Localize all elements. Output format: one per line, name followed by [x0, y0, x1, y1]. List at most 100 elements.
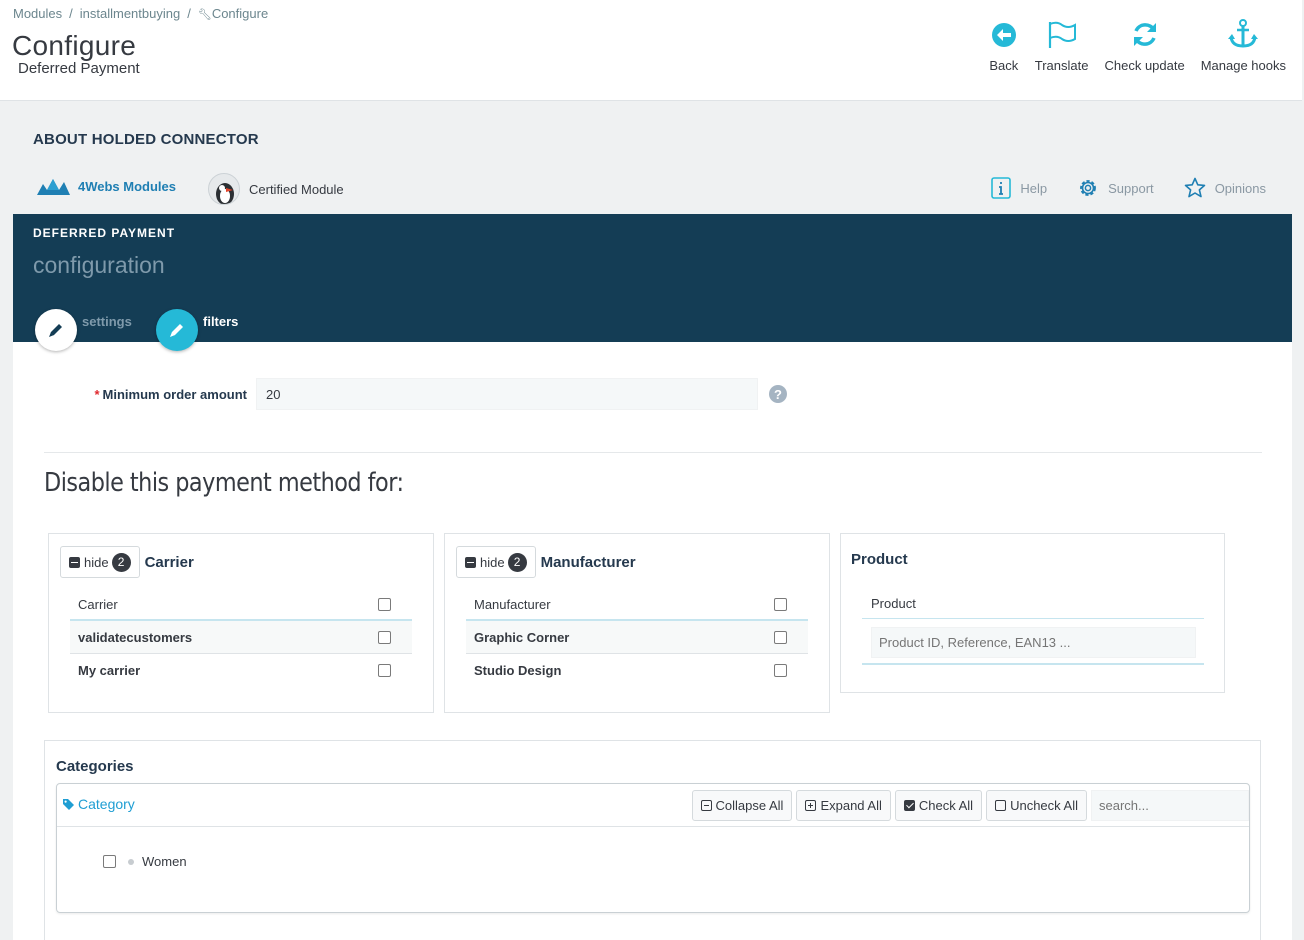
- manage-hooks-label: Manage hooks: [1200, 58, 1286, 73]
- table-header: Manufacturer: [466, 589, 808, 621]
- support-link[interactable]: Support: [1077, 177, 1154, 199]
- divider: [862, 618, 1204, 619]
- collapse-all-button[interactable]: Collapse All: [691, 790, 793, 821]
- back-circle-icon: [991, 23, 1016, 47]
- breadcrumb-current: Configure: [211, 6, 269, 21]
- star-icon: [1184, 177, 1205, 198]
- product-search-input[interactable]: [871, 627, 1196, 658]
- check-update-button[interactable]: Check update: [1096, 18, 1192, 73]
- manufacturer-name: Graphic Corner: [474, 629, 570, 645]
- category-checkbox[interactable]: [103, 855, 116, 868]
- category-actions: Collapse All Expand All Check All Unchec…: [691, 790, 1249, 821]
- tree-bullet-icon: [128, 858, 134, 865]
- category-tree: Category Collapse All Expand All Check A…: [56, 783, 1250, 913]
- checked-square-icon: [903, 800, 915, 811]
- disable-section-title: Disable this payment method for:: [44, 468, 404, 498]
- carrier-box-title: Carrier: [144, 553, 194, 571]
- opinions-link[interactable]: Opinions: [1184, 177, 1266, 199]
- manufacturer-column-header: Manufacturer: [474, 596, 551, 612]
- carrier-box-head: hide 2 Carrier: [60, 546, 194, 578]
- toolbar: Back Translate Check update Manage hooks: [981, 18, 1294, 73]
- tab-settings[interactable]: settings: [35, 309, 132, 351]
- min-order-label: * Minimum order amount: [79, 387, 247, 402]
- table-header: Carrier: [70, 589, 412, 621]
- back-button[interactable]: Back: [981, 18, 1027, 73]
- product-box-title: Product: [851, 551, 908, 568]
- categories-box: Categories Category Collapse All Expand …: [44, 740, 1261, 940]
- carrier-filter-box: hide 2 Carrier Carrier validatecustomers …: [48, 533, 434, 713]
- breadcrumb-separator: /: [69, 6, 73, 21]
- select-all-checkbox[interactable]: [774, 597, 787, 611]
- check-update-label: Check update: [1104, 58, 1185, 73]
- carrier-name: My carrier: [78, 663, 141, 678]
- manufacturer-name: Studio Design: [474, 663, 562, 678]
- count-badge: 2: [507, 552, 527, 572]
- min-order-input[interactable]: [256, 378, 758, 410]
- table-row: Studio Design: [466, 654, 808, 687]
- carrier-column-header: Carrier: [78, 596, 118, 612]
- divider: [44, 452, 1262, 453]
- tag-icon: [63, 798, 74, 810]
- category-search-input[interactable]: [1091, 790, 1249, 821]
- check-all-button[interactable]: Check All: [894, 790, 983, 821]
- category-name[interactable]: Women: [142, 854, 187, 869]
- tree-item: Women: [103, 854, 187, 869]
- product-filter-box: Product Product: [840, 533, 1225, 693]
- category-label: Category: [62, 796, 135, 812]
- row-checkbox[interactable]: [378, 630, 391, 644]
- plus-square-icon: [805, 800, 817, 811]
- minus-square-icon: [465, 556, 476, 568]
- uncheck-all-label: Uncheck All: [1010, 798, 1078, 813]
- flag-icon: [1048, 21, 1076, 48]
- breadcrumb-module[interactable]: installmentbuying: [80, 6, 180, 21]
- row-checkbox[interactable]: [774, 630, 787, 644]
- certified-module: Certified Module: [208, 173, 344, 205]
- select-all-checkbox[interactable]: [378, 597, 391, 611]
- collapse-all-label: Collapse All: [715, 798, 784, 813]
- opinions-label: Opinions: [1214, 180, 1266, 196]
- config-panel: DEFERRED PAYMENT configuration settings …: [13, 214, 1292, 940]
- carrier-hide-button[interactable]: hide 2: [60, 546, 140, 578]
- breadcrumb-modules[interactable]: Modules: [13, 6, 62, 21]
- puffin-avatar-icon: [208, 173, 240, 205]
- vendor-link[interactable]: 4Webs Modules: [37, 176, 176, 196]
- tab-filters-label: filters: [203, 314, 239, 329]
- help-link[interactable]: Help: [991, 177, 1047, 199]
- help-question-icon[interactable]: ?: [769, 385, 787, 403]
- certified-label: Certified Module: [249, 181, 344, 197]
- required-mark: *: [94, 386, 100, 402]
- about-title: ABOUT HOLDED CONNECTOR: [33, 131, 259, 148]
- back-label: Back: [989, 58, 1019, 73]
- about-links: Help Support Opinions: [961, 177, 1266, 199]
- page-title: Configure: [12, 30, 137, 61]
- breadcrumb: Modules / installmentbuying / 🔧︎Configure: [13, 6, 268, 21]
- uncheck-all-button[interactable]: Uncheck All: [986, 790, 1087, 821]
- manufacturer-hide-button[interactable]: hide 2: [456, 546, 536, 578]
- min-order-row: *Minimum order amount ?: [79, 378, 787, 410]
- expand-all-label: Expand All: [820, 798, 882, 813]
- product-column-header: Product: [871, 596, 916, 611]
- translate-button[interactable]: Translate: [1027, 18, 1097, 73]
- translate-label: Translate: [1034, 58, 1089, 73]
- carrier-name: validatecustomers: [78, 629, 193, 645]
- manufacturer-box-title: Manufacturer: [540, 553, 636, 571]
- row-checkbox[interactable]: [378, 664, 391, 677]
- info-icon: [991, 177, 1012, 199]
- minus-square-icon: [69, 556, 80, 568]
- hide-label: hide: [84, 554, 109, 570]
- panel-kicker: DEFERRED PAYMENT: [33, 226, 176, 240]
- tab-settings-label: settings: [82, 314, 132, 329]
- manufacturer-table: Manufacturer Graphic Corner Studio Desig…: [466, 589, 808, 687]
- page-header: Modules / installmentbuying / 🔧︎Configure Co…: [0, 0, 1302, 101]
- vendor-name: 4Webs Modules: [78, 178, 177, 194]
- manufacturer-filter-box: hide 2 Manufacturer Manufacturer Graphic …: [444, 533, 830, 713]
- manage-hooks-button[interactable]: Manage hooks: [1193, 18, 1294, 73]
- product-search-area: Product: [862, 589, 1204, 665]
- table-row: Graphic Corner: [466, 621, 808, 654]
- refresh-icon: [1133, 23, 1156, 46]
- expand-all-button[interactable]: Expand All: [796, 790, 891, 821]
- row-checkbox[interactable]: [774, 664, 787, 677]
- tab-filters[interactable]: filters: [156, 309, 238, 351]
- page-subtitle: Deferred Payment: [18, 60, 140, 77]
- support-label: Support: [1108, 180, 1154, 196]
